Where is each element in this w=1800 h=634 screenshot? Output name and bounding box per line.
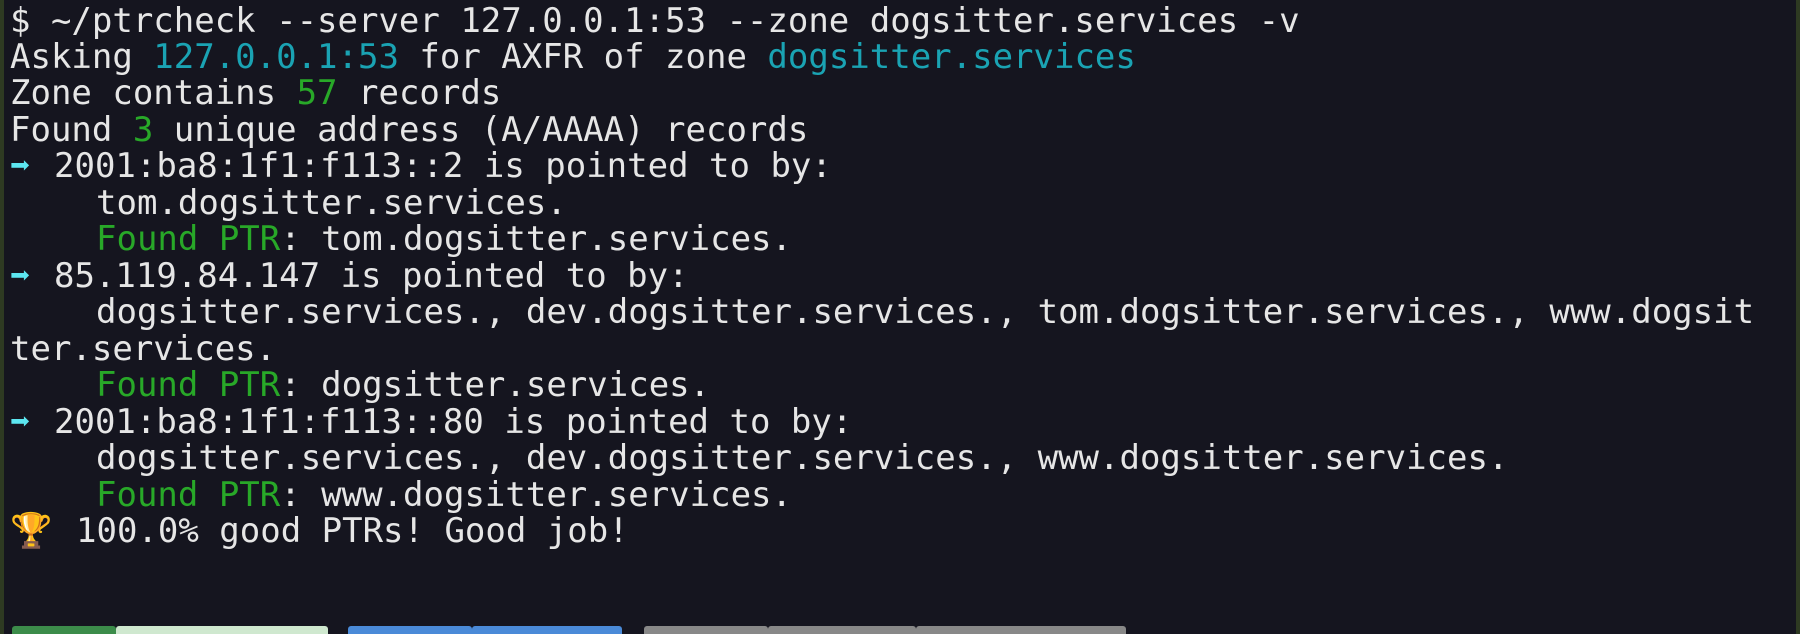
unique-count-prefix: Found <box>10 110 133 150</box>
unique-record-count: 3 <box>132 110 154 150</box>
address-header: 2001:ba8:1f1:f113::2 is pointed to by: <box>54 146 832 186</box>
found-ptr-label: Found PTR <box>96 475 281 515</box>
asking-middle: for AXFR of zone <box>398 37 768 77</box>
summary-text: 100.0% good PTRs! Good job! <box>76 511 629 551</box>
terminal-window[interactable]: $ ~/ptrcheck --server 127.0.0.1:53 --zon… <box>0 0 1800 634</box>
found-ptr-line: Found PTR: dogsitter.services. <box>96 364 710 406</box>
address-header-line: ➡ 2001:ba8:1f1:f113::2 is pointed to by: <box>10 145 832 187</box>
unique-count-suffix: unique address (A/AAAA) records <box>153 110 809 150</box>
address-header: 85.119.84.147 is pointed to by: <box>54 256 689 296</box>
status-segment <box>472 626 622 634</box>
zone-name: dogsitter.services <box>767 37 1136 77</box>
ptr-value: : tom.dogsitter.services. <box>280 219 792 259</box>
zone-count-suffix: records <box>337 73 502 113</box>
arrow-right-icon: ➡ <box>10 256 31 296</box>
status-segment <box>116 626 328 634</box>
found-ptr-label: Found PTR <box>96 219 281 259</box>
pointer-list-line: dogsitter.services., dev.dogsitter.servi… <box>96 292 1755 332</box>
zone-count-prefix: Zone contains <box>10 73 297 113</box>
status-segment <box>768 626 916 634</box>
pointer-list-line: dogsitter.services., dev.dogsitter.servi… <box>96 438 1509 478</box>
status-bar <box>4 626 1796 634</box>
zone-record-count: 57 <box>296 73 338 113</box>
asking-prefix: Asking <box>10 37 154 77</box>
status-segment <box>12 626 116 634</box>
arrow-right-icon: ➡ <box>10 402 31 442</box>
address-header: 2001:ba8:1f1:f113::80 is pointed to by: <box>54 402 853 442</box>
summary-line: 🏆 100.0% good PTRs! Good job! <box>10 510 629 552</box>
arrow-right-icon: ➡ <box>10 146 31 186</box>
ptr-value: : dogsitter.services. <box>280 365 711 405</box>
zone-count-line: Zone contains 57 records <box>10 72 501 114</box>
trophy-icon: 🏆 <box>10 511 53 551</box>
server-address: 127.0.0.1:53 <box>153 37 399 77</box>
found-ptr-line: Found PTR: tom.dogsitter.services. <box>96 218 792 260</box>
status-segment <box>916 626 1126 634</box>
found-ptr-label: Found PTR <box>96 365 281 405</box>
status-segment <box>644 626 768 634</box>
ptr-value: : www.dogsitter.services. <box>280 475 792 515</box>
status-segment <box>348 626 472 634</box>
